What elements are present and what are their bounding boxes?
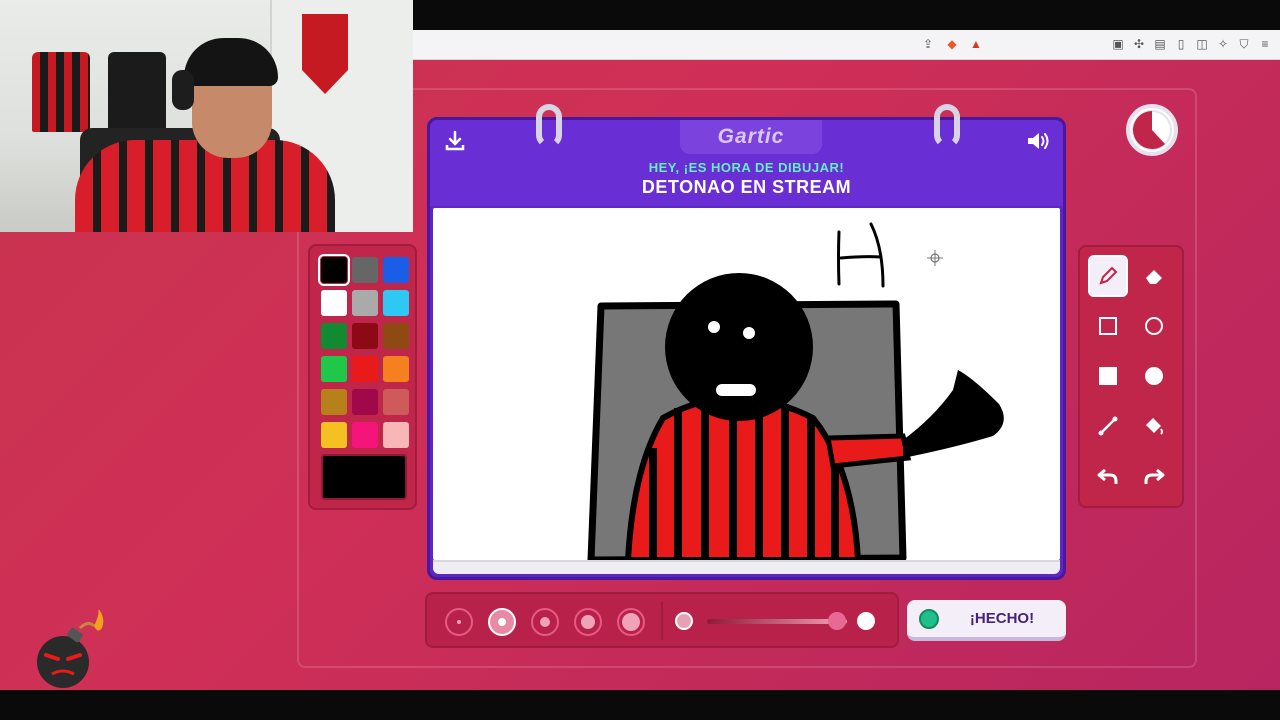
eraser-icon: [1146, 270, 1162, 284]
color-swatch[interactable]: [352, 323, 378, 349]
color-swatch[interactable]: [383, 290, 409, 316]
tab-icon[interactable]: ▤: [1153, 37, 1167, 51]
webcam-headset: [172, 70, 194, 110]
undo-icon: [1097, 468, 1118, 484]
opacity-max-knob[interactable]: [857, 612, 875, 630]
color-swatch[interactable]: [383, 422, 409, 448]
color-swatch[interactable]: [383, 389, 409, 415]
square-outline-icon: [1099, 317, 1117, 335]
square-filled-tool-button[interactable]: [1088, 355, 1128, 397]
drawing: [587, 222, 1004, 560]
logo-plate: Gartic: [680, 120, 822, 154]
done-button[interactable]: ¡HECHO!: [907, 600, 1066, 641]
webcam-person: [75, 140, 335, 232]
undo-tool-button[interactable]: [1088, 455, 1128, 497]
color-swatch[interactable]: [352, 257, 378, 283]
webcam-person-hair: [184, 38, 278, 86]
line-tool-button[interactable]: [1088, 405, 1128, 447]
brave-shield-icon[interactable]: ◆: [945, 37, 959, 51]
color-swatch[interactable]: [321, 323, 347, 349]
brush-size-option[interactable]: [488, 608, 516, 636]
pencil-icon: [1099, 266, 1118, 285]
word-to-draw: DETONAO EN STREAM: [641, 177, 852, 197]
color-swatch[interactable]: [383, 323, 409, 349]
browser-toolbar: ⇪ ◆ ▲ ▣ ✣ ▤ ▯ ◫ ✧ ⛉ ≡: [413, 30, 1280, 60]
circle-filled-icon: [1145, 367, 1163, 385]
color-swatch[interactable]: [352, 290, 378, 316]
fill-bucket-tool-button[interactable]: [1134, 405, 1174, 447]
done-button-label: ¡HECHO!: [969, 610, 1035, 627]
circle-outline-tool-button[interactable]: [1134, 305, 1174, 347]
brush-size-bar: [425, 592, 899, 648]
redo-tool-button[interactable]: [1134, 455, 1174, 497]
game-logo: Gartic: [717, 125, 785, 148]
webcam-jersey: [32, 52, 90, 132]
color-swatch[interactable]: [321, 356, 347, 382]
circle-outline-icon: [1145, 317, 1163, 335]
square-outline-tool-button[interactable]: [1088, 305, 1128, 347]
drawing-board: Gartic HEY, ¡ES HORA DE DIBUJAR! DETONAO…: [427, 104, 1066, 580]
brush-size-option[interactable]: [445, 608, 473, 636]
opacity-slider-track[interactable]: [707, 619, 847, 624]
square-filled-icon: [1099, 367, 1117, 385]
bomb-icon: [37, 610, 104, 688]
canvas-edge: [433, 560, 1060, 574]
toolbar-divider: [661, 602, 663, 640]
puzzle-icon[interactable]: ✣: [1132, 37, 1146, 51]
check-icon: [919, 609, 939, 629]
color-swatch[interactable]: [321, 389, 347, 415]
turn-prompt: HEY, ¡ES HORA DE DIBUJAR!: [648, 160, 845, 175]
shield-icon[interactable]: ⛉: [1237, 37, 1251, 51]
tool-panel: [1078, 245, 1184, 508]
circle-filled-tool-button[interactable]: [1134, 355, 1174, 397]
sidebar-icon[interactable]: ▯: [1174, 37, 1188, 51]
color-swatch[interactable]: [352, 389, 378, 415]
fill-bucket-icon: [1146, 418, 1163, 435]
download-icon[interactable]: [444, 130, 466, 152]
bottom-black-bar: [0, 690, 1280, 720]
rewards-icon[interactable]: ▲: [969, 37, 983, 51]
color-palette: [308, 244, 417, 510]
binder-ring: [536, 104, 562, 148]
color-swatch[interactable]: [352, 422, 378, 448]
webcam-overlay: [0, 0, 413, 232]
star-icon[interactable]: ✧: [1216, 37, 1230, 51]
pencil-tool-button[interactable]: [1088, 255, 1128, 297]
timer-icon: [1126, 104, 1178, 156]
redo-icon: [1144, 468, 1165, 484]
sound-icon[interactable]: [1026, 130, 1052, 152]
opacity-slider-knob[interactable]: [828, 612, 846, 630]
eraser-tool-button[interactable]: [1134, 255, 1174, 297]
color-swatch[interactable]: [321, 422, 347, 448]
brush-size-option[interactable]: [574, 608, 602, 636]
color-swatch[interactable]: [383, 257, 409, 283]
drawing-canvas[interactable]: [433, 208, 1060, 560]
wallet-icon[interactable]: ◫: [1195, 37, 1209, 51]
color-swatch[interactable]: [383, 356, 409, 382]
brush-size-option[interactable]: [617, 608, 645, 636]
color-swatch[interactable]: [321, 290, 347, 316]
color-swatch[interactable]: [352, 356, 378, 382]
color-swatch[interactable]: [318, 254, 350, 286]
binder-ring: [934, 104, 960, 148]
share-icon[interactable]: ⇪: [921, 37, 935, 51]
opacity-min-knob[interactable]: [675, 612, 693, 630]
extension-icon[interactable]: ▣: [1111, 37, 1125, 51]
line-icon: [1098, 416, 1118, 436]
current-color-preview: [321, 454, 407, 500]
webcam-jersey: [108, 52, 166, 132]
brush-size-option[interactable]: [531, 608, 559, 636]
menu-icon[interactable]: ≡: [1258, 37, 1272, 51]
